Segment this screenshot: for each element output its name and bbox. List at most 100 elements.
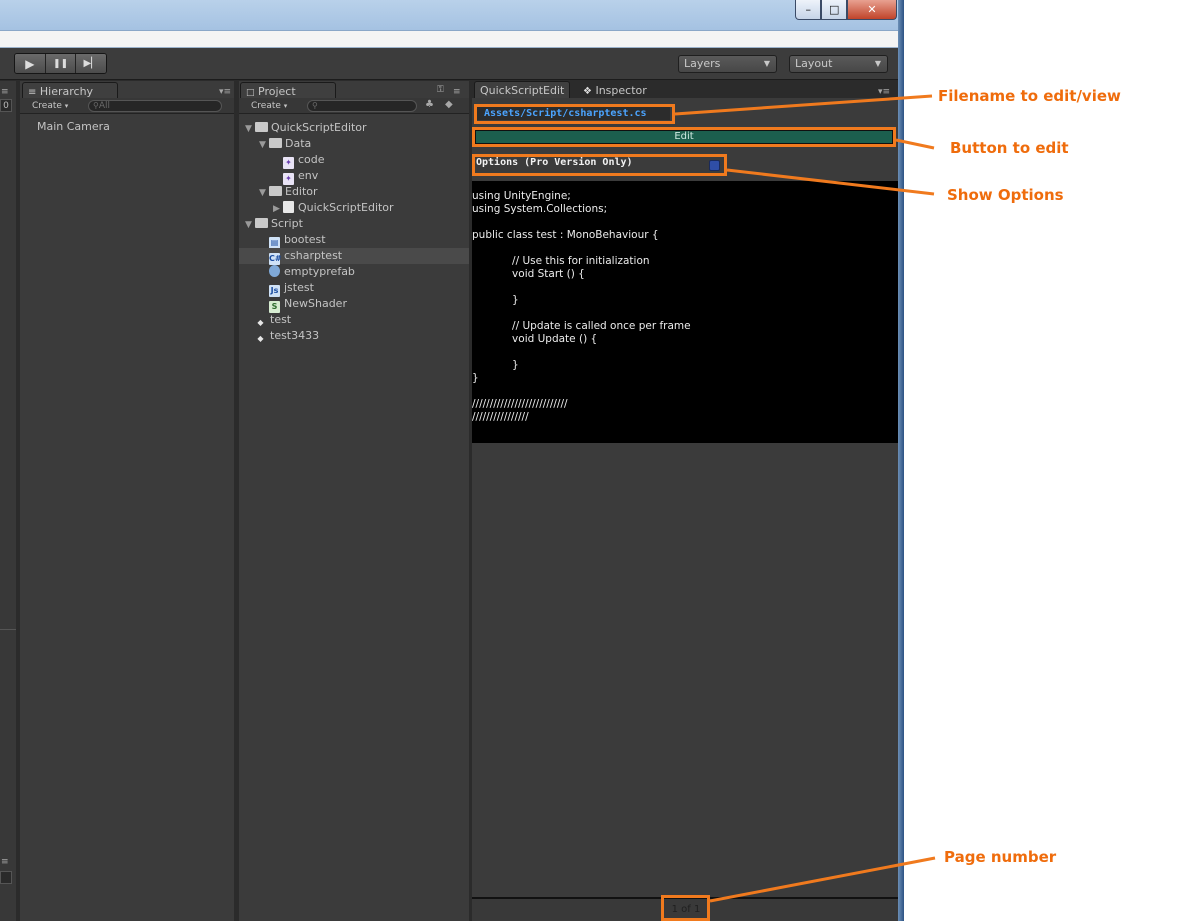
- chevron-down-icon: ▾: [283, 102, 288, 110]
- callout-page-number: Page number: [944, 848, 1057, 866]
- tree-item-label: Data: [285, 137, 312, 150]
- tab-label: Hierarchy: [39, 85, 94, 98]
- tree-item-label: test: [270, 313, 292, 326]
- expand-arrow-icon[interactable]: ▼: [245, 121, 255, 137]
- callout-filename: Filename to edit/view: [938, 87, 1121, 105]
- unity-icon: ◆: [257, 334, 264, 343]
- collapse-arrow-icon[interactable]: ▶: [273, 201, 283, 217]
- file-icon: [283, 201, 294, 213]
- project-tree: ▼ QuickScriptEditor ▼ Data ✦ code ✦ env ▼ Editor ▶…: [239, 120, 469, 360]
- tree-item[interactable]: ▶ QuickScriptEditor: [239, 200, 469, 216]
- layout-label: Layout: [795, 57, 833, 70]
- filter-by-type-icon[interactable]: ♣: [425, 99, 434, 110]
- expand-arrow-icon[interactable]: ▼: [259, 185, 269, 201]
- expand-arrow-icon[interactable]: ▼: [245, 217, 255, 233]
- search-placeholder: All: [98, 101, 111, 111]
- tab-label: Inspector: [595, 84, 647, 97]
- search-input[interactable]: ⚲: [307, 100, 417, 112]
- lock-icon[interactable]: ⚿: [437, 85, 444, 95]
- tree-item-label: jstest: [284, 281, 314, 294]
- prefab-icon: [269, 265, 280, 277]
- code-line: }: [472, 372, 479, 384]
- tree-item[interactable]: ▼ Editor: [239, 184, 469, 200]
- expand-arrow-icon[interactable]: ▼: [259, 137, 269, 153]
- tab-quickscriptedit[interactable]: QuickScriptEdit: [474, 81, 570, 99]
- tree-item[interactable]: ▼ Script: [239, 216, 469, 232]
- window-controls: – □ ✕: [795, 0, 897, 20]
- panel-menu-icon[interactable]: ≡: [1, 87, 9, 97]
- quickscript-tabbar: QuickScriptEdit ❖ Inspector ▾≡: [472, 81, 898, 99]
- code-line: // Use this for initialization: [472, 255, 650, 267]
- panel-menu-icon[interactable]: ≡: [1, 857, 9, 867]
- menu-bar: [0, 30, 903, 48]
- minimize-button[interactable]: –: [795, 0, 822, 20]
- tree-item-label: QuickScriptEditor: [271, 121, 367, 134]
- tree-item[interactable]: ◆ test3433: [239, 328, 469, 344]
- filter-by-label-icon[interactable]: ◆: [445, 99, 453, 110]
- chevron-down-icon: ▾: [64, 102, 69, 110]
- hierarchy-toolbar: Create ▾ ⚲All: [20, 98, 234, 114]
- chevron-down-icon: ▼: [874, 59, 881, 68]
- code-line: public class test : MonoBehaviour {: [472, 229, 659, 241]
- pause-button[interactable]: ❚❚: [45, 54, 77, 73]
- left-stub-panel: ≡ 0 ≡: [0, 81, 16, 921]
- panel-menu-icon[interactable]: ▾≡: [878, 87, 890, 97]
- code-line: void Update () {: [472, 333, 598, 345]
- maximize-button[interactable]: □: [821, 0, 847, 20]
- unity-editor: ▶ ❚❚ ▶▏ Layers ▼ Layout ▼ ≡ 0 ≡ ≡ Hierar…: [0, 48, 898, 921]
- tree-item[interactable]: emptyprefab: [239, 264, 469, 280]
- panel-divider: [0, 629, 16, 630]
- tree-item[interactable]: ✦ env: [239, 168, 469, 185]
- folder-icon: □: [246, 88, 255, 98]
- callout-edit: Button to edit: [950, 139, 1069, 157]
- info-icon: ❖: [583, 86, 592, 97]
- code-line: void Start () {: [472, 268, 585, 280]
- create-dropdown[interactable]: Create ▾: [32, 99, 68, 113]
- tree-item-label: emptyprefab: [284, 265, 355, 278]
- code-line: // Update is called once per frame: [472, 320, 691, 332]
- pause-icon: ❚❚: [52, 58, 69, 69]
- step-button[interactable]: ▶▏: [76, 54, 106, 73]
- play-button[interactable]: ▶: [15, 54, 46, 73]
- close-button[interactable]: ✕: [847, 0, 897, 20]
- tab-label: Project: [258, 85, 296, 98]
- search-input[interactable]: ⚲All: [88, 100, 222, 112]
- quickscript-panel: Assets/Script/csharptest.cs Edit Options…: [472, 98, 898, 921]
- chevron-down-icon: ▼: [763, 59, 770, 68]
- tree-item[interactable]: ✦ code: [239, 152, 469, 169]
- tree-item-label: code: [298, 153, 325, 166]
- list-item[interactable]: Main Camera: [37, 120, 110, 133]
- step-icon: ▶▏: [83, 58, 99, 69]
- panel-menu-icon[interactable]: ▾≡: [219, 87, 231, 97]
- tree-item-label: Editor: [285, 185, 318, 198]
- layout-dropdown[interactable]: Layout ▼: [789, 55, 888, 73]
- tree-item[interactable]: ▤ bootest: [239, 232, 469, 249]
- tree-item[interactable]: ▼ Data: [239, 136, 469, 152]
- window-frame-right: [898, 0, 904, 921]
- tree-item[interactable]: S NewShader: [239, 296, 469, 313]
- create-label: Create: [32, 101, 62, 111]
- tree-item-label: csharptest: [284, 249, 343, 262]
- options-highlight: [472, 154, 727, 176]
- panel-menu-icon[interactable]: ≡: [453, 87, 461, 97]
- filename-highlight: [474, 104, 675, 124]
- layers-label: Layers: [684, 57, 721, 70]
- tree-item-label: Script: [271, 217, 303, 230]
- stub-field[interactable]: [0, 871, 12, 884]
- code-line: }: [472, 294, 519, 306]
- main-toolbar: ▶ ❚❚ ▶▏ Layers ▼ Layout ▼: [0, 48, 898, 80]
- code-line: ////////////////: [472, 411, 529, 423]
- tree-item[interactable]: Js jstest: [239, 280, 469, 297]
- tree-item[interactable]: ◆ test: [239, 312, 469, 328]
- folder-icon: [255, 122, 268, 132]
- create-label: Create: [251, 101, 281, 111]
- tree-item[interactable]: C# csharptest: [239, 248, 469, 265]
- tree-item[interactable]: ▼ QuickScriptEditor: [239, 120, 469, 136]
- create-dropdown[interactable]: Create ▾: [251, 99, 287, 113]
- code-view[interactable]: using UnityEngine; using System.Collectio…: [472, 181, 898, 443]
- layers-dropdown[interactable]: Layers ▼: [678, 55, 777, 73]
